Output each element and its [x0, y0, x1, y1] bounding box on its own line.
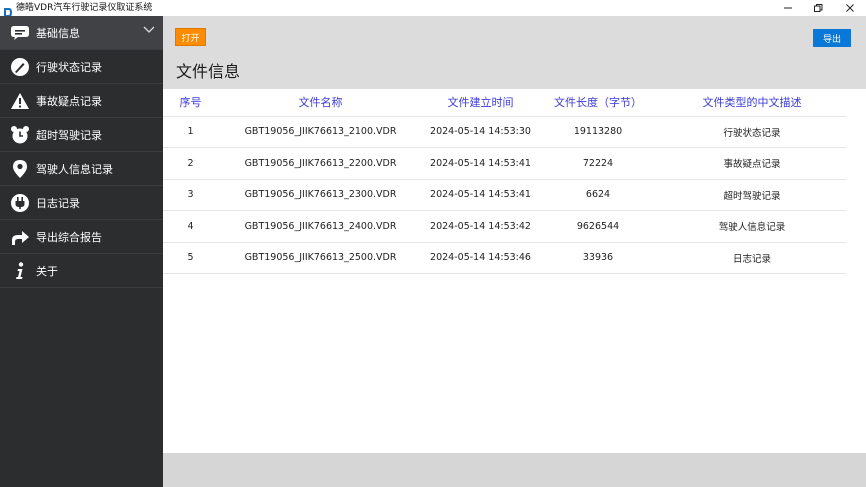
close-icon — [846, 4, 854, 12]
open-button[interactable]: 打开 — [175, 28, 206, 46]
sidebar-item-label: 超时驾驶记录 — [36, 128, 102, 142]
sidebar-item-label: 行驶状态记录 — [36, 60, 102, 74]
warning-icon — [9, 90, 31, 112]
table-row[interactable]: 4 GBT19056_JIIK76613_2400.VDR 2024-05-14… — [163, 210, 846, 242]
table-row[interactable]: 1 GBT19056_JIIK76613_2100.VDR 2024-05-14… — [163, 115, 846, 148]
column-header-index[interactable]: 序号 — [163, 89, 218, 116]
cell-filename: GBT19056_JIIK76613_2500.VDR — [218, 241, 423, 274]
cell-type-description: 事故疑点记录 — [658, 147, 846, 179]
cell-created-time: 2024-05-14 14:53:46 — [423, 241, 538, 274]
restore-button[interactable] — [804, 0, 832, 16]
column-header-filename[interactable]: 文件名称 — [218, 89, 423, 116]
cell-filename: GBT19056_JIIK76613_2200.VDR — [218, 147, 423, 179]
column-header-type-description[interactable]: 文件类型的中文描述 — [658, 89, 846, 116]
sidebar-item-driving-status[interactable]: 行驶状态记录 — [0, 50, 163, 84]
chevron-down-icon[interactable] — [143, 26, 155, 34]
share-arrow-icon — [9, 226, 31, 248]
location-pin-icon — [9, 158, 31, 180]
plug-icon — [9, 192, 31, 214]
cell-index: 4 — [163, 210, 218, 242]
cell-index: 5 — [163, 241, 218, 274]
cell-file-length: 19113280 — [538, 115, 658, 148]
app-logo-icon — [3, 3, 13, 17]
cell-index: 2 — [163, 147, 218, 179]
sidebar-item-accident-doubt[interactable]: 事故疑点记录 — [0, 84, 163, 118]
cell-filename: GBT19056_JIIK76613_2300.VDR — [218, 178, 423, 211]
cell-index: 1 — [163, 115, 218, 148]
cell-file-length: 9626544 — [538, 210, 658, 242]
table-header-row: 序号 文件名称 文件建立时间 文件长度（字节） 文件类型的中文描述 — [163, 89, 846, 116]
sidebar-item-about[interactable]: 关于 — [0, 254, 163, 288]
restore-icon — [814, 4, 823, 12]
sidebar-item-log[interactable]: 日志记录 — [0, 186, 163, 220]
cell-created-time: 2024-05-14 14:53:41 — [423, 147, 538, 179]
close-button[interactable] — [836, 0, 864, 16]
cell-created-time: 2024-05-14 14:53:30 — [423, 115, 538, 148]
window-titlebar: 德皓VDR汽车行驶记录仪取证系统 — [0, 0, 866, 17]
content-header: 打开 导出 文件信息 — [163, 16, 866, 89]
sidebar-item-basic-info[interactable]: 基础信息 — [0, 16, 163, 50]
sidebar: 基础信息 行驶状态记录 事故疑点记录 超时驾驶记录 驾驶人信息记录 日志记录 导… — [0, 16, 163, 487]
sidebar-item-label: 导出综合报告 — [36, 230, 102, 244]
cell-type-description: 日志记录 — [658, 241, 846, 274]
table-row[interactable]: 3 GBT19056_JIIK76613_2300.VDR 2024-05-14… — [163, 178, 846, 211]
sidebar-item-label: 基础信息 — [36, 26, 80, 40]
column-header-created-time[interactable]: 文件建立时间 — [423, 89, 538, 116]
gauge-icon — [9, 56, 31, 78]
cell-file-length: 6624 — [538, 178, 658, 211]
file-info-table: 序号 文件名称 文件建立时间 文件长度（字节） 文件类型的中文描述 1 GBT1… — [163, 89, 846, 274]
status-footer — [163, 453, 866, 487]
cell-created-time: 2024-05-14 14:53:42 — [423, 210, 538, 242]
main-content: 打开 导出 文件信息 序号 文件名称 文件建立时间 文件长度（字节） 文件类型的… — [163, 16, 866, 487]
window-title: 德皓VDR汽车行驶记录仪取证系统 — [16, 3, 153, 13]
cell-file-length: 72224 — [538, 147, 658, 179]
minimize-icon — [784, 7, 792, 9]
info-icon — [9, 260, 31, 282]
cell-file-length: 33936 — [538, 241, 658, 274]
column-header-file-length[interactable]: 文件长度（字节） — [538, 89, 658, 116]
cell-type-description: 驾驶人信息记录 — [658, 210, 846, 242]
sidebar-item-driver-info[interactable]: 驾驶人信息记录 — [0, 152, 163, 186]
cell-type-description: 超时驾驶记录 — [658, 178, 846, 211]
sidebar-item-label: 关于 — [36, 264, 58, 278]
sidebar-item-label: 驾驶人信息记录 — [36, 162, 113, 176]
cell-created-time: 2024-05-14 14:53:41 — [423, 178, 538, 211]
sidebar-item-export-report[interactable]: 导出综合报告 — [0, 220, 163, 254]
sidebar-item-overtime-driving[interactable]: 超时驾驶记录 — [0, 118, 163, 152]
sidebar-item-label: 事故疑点记录 — [36, 94, 102, 108]
cell-filename: GBT19056_JIIK76613_2100.VDR — [218, 115, 423, 148]
chat-icon — [9, 22, 31, 44]
alarm-clock-icon — [9, 124, 31, 146]
page-title: 文件信息 — [176, 62, 241, 81]
table-row[interactable]: 2 GBT19056_JIIK76613_2200.VDR 2024-05-14… — [163, 147, 846, 179]
table-row[interactable]: 5 GBT19056_JIIK76613_2500.VDR 2024-05-14… — [163, 241, 846, 274]
cell-type-description: 行驶状态记录 — [658, 115, 846, 148]
sidebar-item-label: 日志记录 — [36, 196, 80, 210]
cell-filename: GBT19056_JIIK76613_2400.VDR — [218, 210, 423, 242]
cell-index: 3 — [163, 178, 218, 211]
export-button[interactable]: 导出 — [813, 29, 851, 47]
minimize-button[interactable] — [774, 0, 802, 16]
